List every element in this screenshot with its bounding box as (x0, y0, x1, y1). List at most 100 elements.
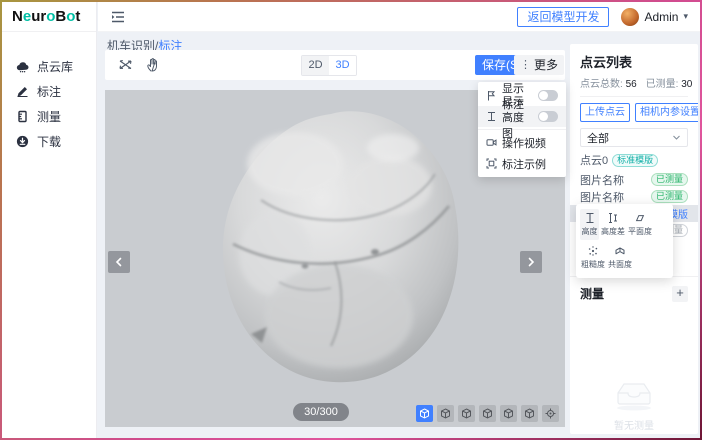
back-to-model-dev-button[interactable]: 返回模型开发 (517, 7, 609, 27)
tool-label: 高度 (582, 226, 598, 237)
view-3d-button[interactable]: 3D (329, 56, 356, 75)
tool-coplanarity[interactable]: 共面度 (607, 242, 633, 273)
pen-icon (16, 85, 29, 98)
measure-tool-popup: 高度 高度差 平面度 粗糙度 共面度 (576, 204, 673, 278)
sidebar-item-annotate[interactable]: 标注 (2, 79, 96, 104)
canvas-toolbar: 2D 3D 保存(S) ⋮ 更多 (105, 50, 565, 80)
divider (580, 96, 688, 97)
user-menu[interactable]: Admin ▾ (621, 8, 688, 26)
tool-label: 高度差 (601, 226, 625, 237)
crosshair-icon (545, 408, 556, 419)
tool-label: 共面度 (608, 259, 632, 270)
point-cloud-group[interactable]: 点云0 标准模版 (580, 153, 688, 167)
sidebar-item-label: 点云库 (37, 58, 73, 75)
camera-params-button[interactable]: 相机内参设置 (635, 103, 698, 122)
menu-item-annotation-example[interactable]: 标注示例 (478, 153, 566, 174)
stat-label: 已测量: (646, 79, 679, 90)
logo-letter: t (75, 8, 80, 25)
tooth-model-3d[interactable] (183, 102, 483, 394)
view-cube-left-button[interactable] (479, 405, 496, 422)
measure-section-header: 测量 + (570, 276, 698, 302)
cube-icon (419, 408, 430, 419)
empty-inbox-icon (611, 378, 657, 412)
logo-gear-letter: o (46, 8, 55, 25)
sidebar-item-measure[interactable]: 测量 (2, 104, 96, 129)
flatness-tool-icon (634, 212, 646, 224)
ruler-icon (16, 110, 29, 123)
cloud-icon (16, 60, 29, 73)
more-dropdown-menu: 显示标注 显示高度图 操作视频 标注示例 (478, 82, 566, 177)
more-label: 更多 (534, 55, 558, 75)
cube-icon (524, 408, 535, 419)
collapse-sidebar-icon[interactable] (110, 9, 126, 25)
menu-item-tutorial-video[interactable]: 操作视频 (478, 132, 566, 153)
stat-measured: 已测量: 30 (646, 75, 693, 90)
view-cube-right-button[interactable] (500, 405, 517, 422)
list-item[interactable]: 图片名称 已测量 (570, 188, 698, 205)
stat-value: 56 (626, 79, 637, 90)
tool-height[interactable]: 高度 (580, 209, 599, 240)
header-right: 返回模型开发 Admin ▾ (517, 7, 688, 27)
logo-gear-letter: e (23, 8, 31, 25)
cube-icon (440, 408, 451, 419)
menu-item-label: 显示高度图 (502, 93, 533, 141)
panel-title: 点云列表 (580, 52, 688, 71)
stat-label: 点云总数: (580, 79, 623, 90)
sidebar-item-label: 标注 (37, 83, 61, 100)
list-item[interactable]: 图片名称 已测量 (570, 171, 698, 188)
template-tag: 标准模版 (612, 154, 658, 167)
menu-item-label: 标注示例 (502, 156, 546, 172)
sidebar-item-label: 下载 (37, 133, 61, 150)
measure-empty-state: 暂无测量 (570, 378, 698, 432)
view-cube-top-button[interactable] (521, 405, 538, 422)
upload-point-cloud-button[interactable]: 上传点云 (580, 103, 630, 122)
cube-icon (503, 408, 514, 419)
sidebar-item-label: 测量 (37, 108, 61, 125)
move-3d-icon[interactable] (117, 56, 134, 73)
sidebar: NeuroBot 点云库 标注 测量 下载 (2, 2, 97, 438)
height-diff-tool-icon (607, 212, 619, 224)
sidebar-item-point-cloud-library[interactable]: 点云库 (2, 54, 96, 79)
more-button[interactable]: ⋮ 更多 (514, 55, 564, 75)
tool-label: 粗糙度 (581, 259, 605, 270)
app-logo: NeuroBot (2, 2, 96, 32)
chevron-down-icon (672, 133, 681, 142)
view-2d-button[interactable]: 2D (302, 56, 329, 75)
filter-select[interactable]: 全部 (580, 128, 688, 147)
stat-value: 30 (681, 79, 692, 90)
menu-item-show-heightmap[interactable]: 显示高度图 (478, 106, 566, 127)
add-measure-button[interactable]: + (672, 286, 688, 302)
download-icon (16, 135, 29, 148)
screenshot-frame: NeuroBot 点云库 标注 测量 下载 返回模型开发 (0, 0, 702, 440)
frame-icon (486, 158, 497, 169)
app-root: NeuroBot 点云库 标注 测量 下载 返回模型开发 (2, 2, 700, 438)
view-cube-back-button[interactable] (458, 405, 475, 422)
prev-image-button[interactable] (108, 251, 130, 273)
tool-flatness[interactable]: 平面度 (627, 209, 653, 240)
sidebar-item-download[interactable]: 下载 (2, 129, 96, 154)
username: Admin (644, 10, 678, 24)
status-badge: 已测量 (651, 190, 688, 203)
tool-height-diff[interactable]: 高度差 (600, 209, 626, 240)
toolbar-left-icons (117, 56, 162, 73)
chevron-left-icon (114, 257, 124, 267)
stat-total: 点云总数: 56 (580, 75, 637, 90)
tool-roughness[interactable]: 粗糙度 (580, 242, 606, 273)
image-name: 图片名称 (580, 172, 624, 188)
next-image-button[interactable] (520, 251, 542, 273)
show-heightmap-toggle[interactable] (538, 111, 558, 122)
view-cube-default-button[interactable] (416, 405, 433, 422)
measure-title: 测量 (580, 285, 604, 302)
view-cube-front-button[interactable] (437, 405, 454, 422)
show-annotations-toggle[interactable] (538, 90, 558, 101)
view-orientation-bar (416, 405, 559, 422)
cube-icon (461, 408, 472, 419)
roughness-tool-icon (587, 245, 599, 257)
logo-letter: ur (31, 8, 46, 25)
image-name: 图片名称 (580, 189, 624, 205)
logo-gear-letter: o (66, 8, 75, 25)
height-tool-icon (584, 212, 596, 224)
hand-pan-icon[interactable] (145, 56, 162, 73)
logo-letter: B (55, 8, 66, 25)
recenter-view-button[interactable] (542, 405, 559, 422)
